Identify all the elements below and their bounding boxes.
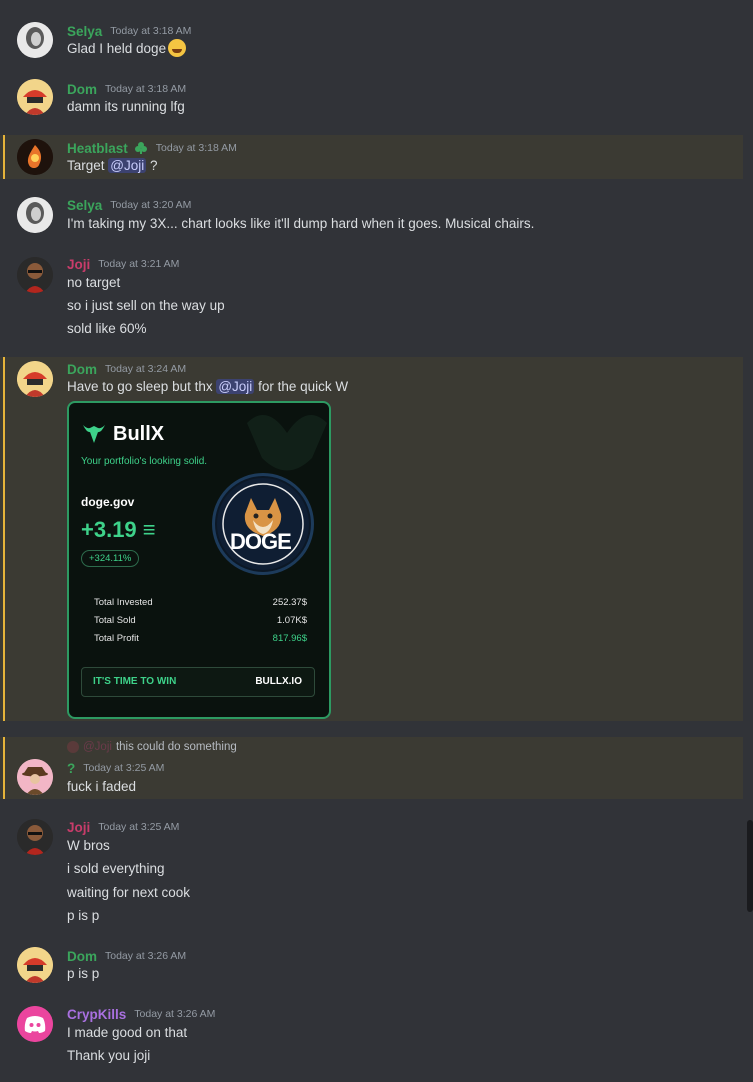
bull-logo-icon bbox=[83, 425, 105, 443]
row-label: Total Invested bbox=[94, 597, 153, 608]
timestamp: Today at 3:18 AM bbox=[105, 83, 187, 95]
message-text: waiting for next cook bbox=[67, 885, 191, 900]
avatar[interactable] bbox=[17, 759, 53, 795]
timestamp: Today at 3:21 AM bbox=[98, 258, 180, 270]
scrollbar-thumb[interactable] bbox=[747, 820, 753, 912]
avatar[interactable] bbox=[17, 22, 53, 58]
author-name[interactable]: Selya bbox=[67, 24, 102, 39]
author-name[interactable]: ? bbox=[67, 761, 75, 776]
message-text: p is p bbox=[67, 908, 100, 923]
reply-avatar bbox=[67, 741, 79, 753]
reply-preview[interactable]: @Joji this could do something bbox=[67, 740, 237, 754]
timestamp: Today at 3:24 AM bbox=[105, 363, 187, 375]
timestamp: Today at 3:26 AM bbox=[105, 950, 187, 962]
cta-bar: IT'S TIME TO WIN BULLX.IO bbox=[81, 667, 315, 697]
timestamp: Today at 3:25 AM bbox=[83, 762, 165, 774]
author-name[interactable]: Heatblast bbox=[67, 141, 128, 156]
author-name[interactable]: Joji bbox=[67, 257, 90, 272]
rofl-emoji-icon bbox=[168, 39, 187, 57]
user-mention[interactable]: @Joji bbox=[108, 158, 147, 173]
message-text: so i just sell on the way up bbox=[67, 298, 225, 313]
author-name[interactable]: Dom bbox=[67, 362, 97, 377]
bullx-share-image[interactable]: BullX Your portfolio's looking solid. do… bbox=[67, 401, 331, 719]
avatar[interactable] bbox=[17, 819, 53, 855]
discord-logo-icon bbox=[17, 1006, 53, 1042]
tagline: Your portfolio's looking solid. bbox=[81, 456, 208, 467]
author-name[interactable]: Dom bbox=[67, 82, 97, 97]
message-text: I made good on that bbox=[67, 1025, 188, 1040]
author-name[interactable]: CrypKills bbox=[67, 1007, 126, 1022]
message: Selya Today at 3:18 AM Glad I held doge bbox=[0, 16, 743, 66]
coin-text: DOGE bbox=[230, 529, 292, 554]
message: Selya Today at 3:20 AM I'm taking my 3X.… bbox=[0, 193, 743, 243]
timestamp: Today at 3:26 AM bbox=[134, 1008, 216, 1020]
row-value: 252.37$ bbox=[272, 597, 307, 608]
message-text: W bros bbox=[67, 838, 110, 853]
author-name[interactable]: Selya bbox=[67, 198, 102, 213]
message-text: p is p bbox=[67, 966, 100, 981]
percent-badge: +324.11% bbox=[81, 550, 140, 567]
row-label: Total Profit bbox=[94, 633, 139, 644]
reply-text: this could do something bbox=[115, 741, 237, 753]
message-text: fuck i faded bbox=[67, 779, 137, 794]
reply-author: @Joji bbox=[83, 741, 112, 753]
row-value: 1.07K$ bbox=[276, 615, 307, 626]
avatar[interactable] bbox=[17, 79, 53, 115]
message-text: damn its running lfg bbox=[67, 99, 185, 114]
solana-icon: ≡ bbox=[142, 517, 156, 542]
message: Dom Today at 3:18 AM damn its running lf… bbox=[0, 75, 743, 125]
avatar[interactable] bbox=[17, 947, 53, 983]
token-name: doge.gov bbox=[81, 495, 135, 509]
message: CrypKills Today at 3:26 AM I made good o… bbox=[0, 1003, 743, 1073]
timestamp: Today at 3:18 AM bbox=[155, 142, 237, 154]
avatar[interactable] bbox=[17, 139, 53, 175]
avatar[interactable] bbox=[17, 361, 53, 397]
message-text: sold like 60% bbox=[67, 321, 147, 336]
club-badge-icon bbox=[134, 142, 147, 154]
doge-coin-image: DOGE bbox=[212, 473, 314, 575]
row-value: 817.96$ bbox=[272, 633, 307, 644]
message-text: Glad I held doge bbox=[67, 39, 187, 59]
message: Dom Today at 3:26 AM p is p bbox=[0, 945, 743, 989]
message: @Joji this could do something ? Today at… bbox=[0, 737, 743, 799]
avatar[interactable] bbox=[17, 257, 53, 293]
cta-url: BULLX.IO bbox=[255, 676, 302, 687]
message: Joji Today at 3:25 AM W bros i sold ever… bbox=[0, 816, 743, 928]
profit-value: +3.19 ≡ bbox=[81, 517, 156, 542]
message-text: Have to go sleep but thx @Joji for the q… bbox=[67, 379, 349, 394]
cta-text: IT'S TIME TO WIN bbox=[93, 676, 177, 687]
user-mention[interactable]: @Joji bbox=[216, 379, 255, 394]
timestamp: Today at 3:18 AM bbox=[110, 25, 192, 37]
message-text: I'm taking my 3X... chart looks like it'… bbox=[67, 216, 535, 231]
message-text: Target @Joji ? bbox=[67, 158, 158, 173]
row-label: Total Sold bbox=[94, 615, 136, 626]
avatar[interactable] bbox=[17, 1006, 53, 1042]
timestamp: Today at 3:25 AM bbox=[98, 821, 180, 833]
avatar[interactable] bbox=[17, 197, 53, 233]
message: Joji Today at 3:21 AM no target so i jus… bbox=[0, 253, 743, 343]
brand-name: BullX bbox=[113, 423, 165, 445]
message: Heatblast Today at 3:18 AM Target @Joji … bbox=[0, 135, 743, 179]
message-text: Thank you joji bbox=[67, 1048, 151, 1063]
message-text: i sold everything bbox=[67, 861, 165, 876]
timestamp: Today at 3:20 AM bbox=[110, 199, 192, 211]
author-name[interactable]: Joji bbox=[67, 820, 90, 835]
author-name[interactable]: Dom bbox=[67, 949, 97, 964]
message-text: no target bbox=[67, 275, 121, 290]
